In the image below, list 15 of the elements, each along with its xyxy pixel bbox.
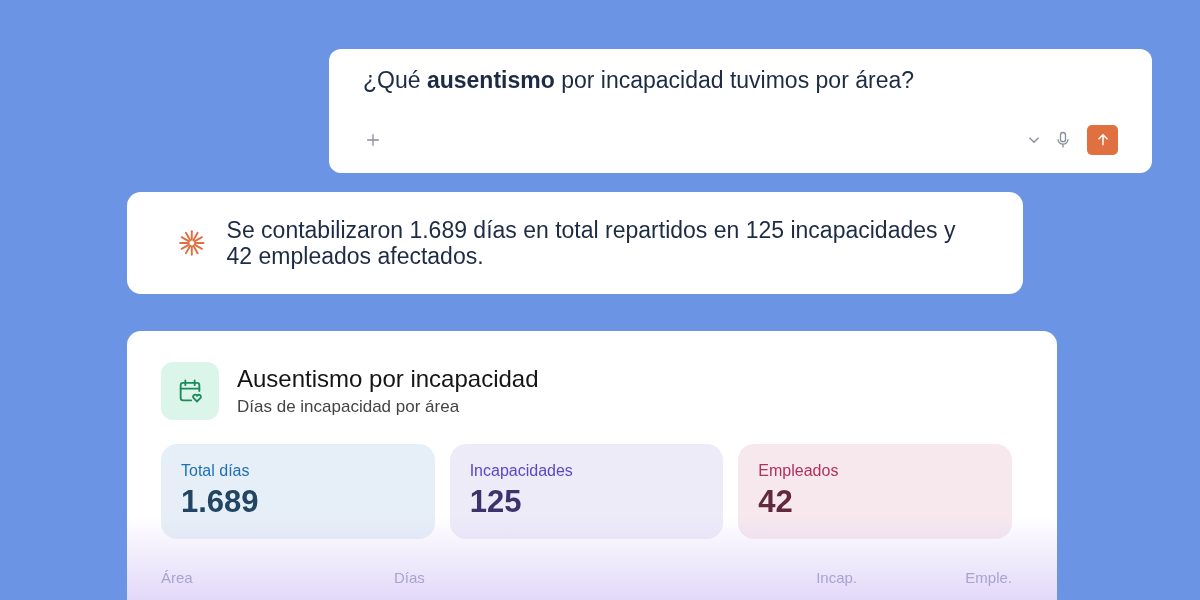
stat-label: Total días xyxy=(181,462,251,480)
stat-label: Empleados xyxy=(758,462,840,480)
card-title: Ausentismo por incapacidad xyxy=(237,365,539,393)
send-button[interactable] xyxy=(1087,125,1118,155)
column-header: Área xyxy=(161,569,194,586)
stat-value: 42 xyxy=(758,484,794,520)
prompt-text: ¿Qué ausentismo por incapacidad tuvimos por área? xyxy=(363,67,915,94)
column-header: Incap. xyxy=(815,569,857,586)
column-header: Emple. xyxy=(964,569,1012,586)
answer-text: Se contabilizaron 1.689 días en total repartidos en 125 incapacidades y 42 empleados afectados. xyxy=(226,217,957,269)
card-subtitle: Días de incapacidad por área xyxy=(237,397,461,417)
stat-value: 1.689 xyxy=(181,484,260,520)
stat-label: Incapacidades xyxy=(469,462,574,480)
column-header: Días xyxy=(394,569,426,586)
stat-value: 125 xyxy=(469,484,523,520)
